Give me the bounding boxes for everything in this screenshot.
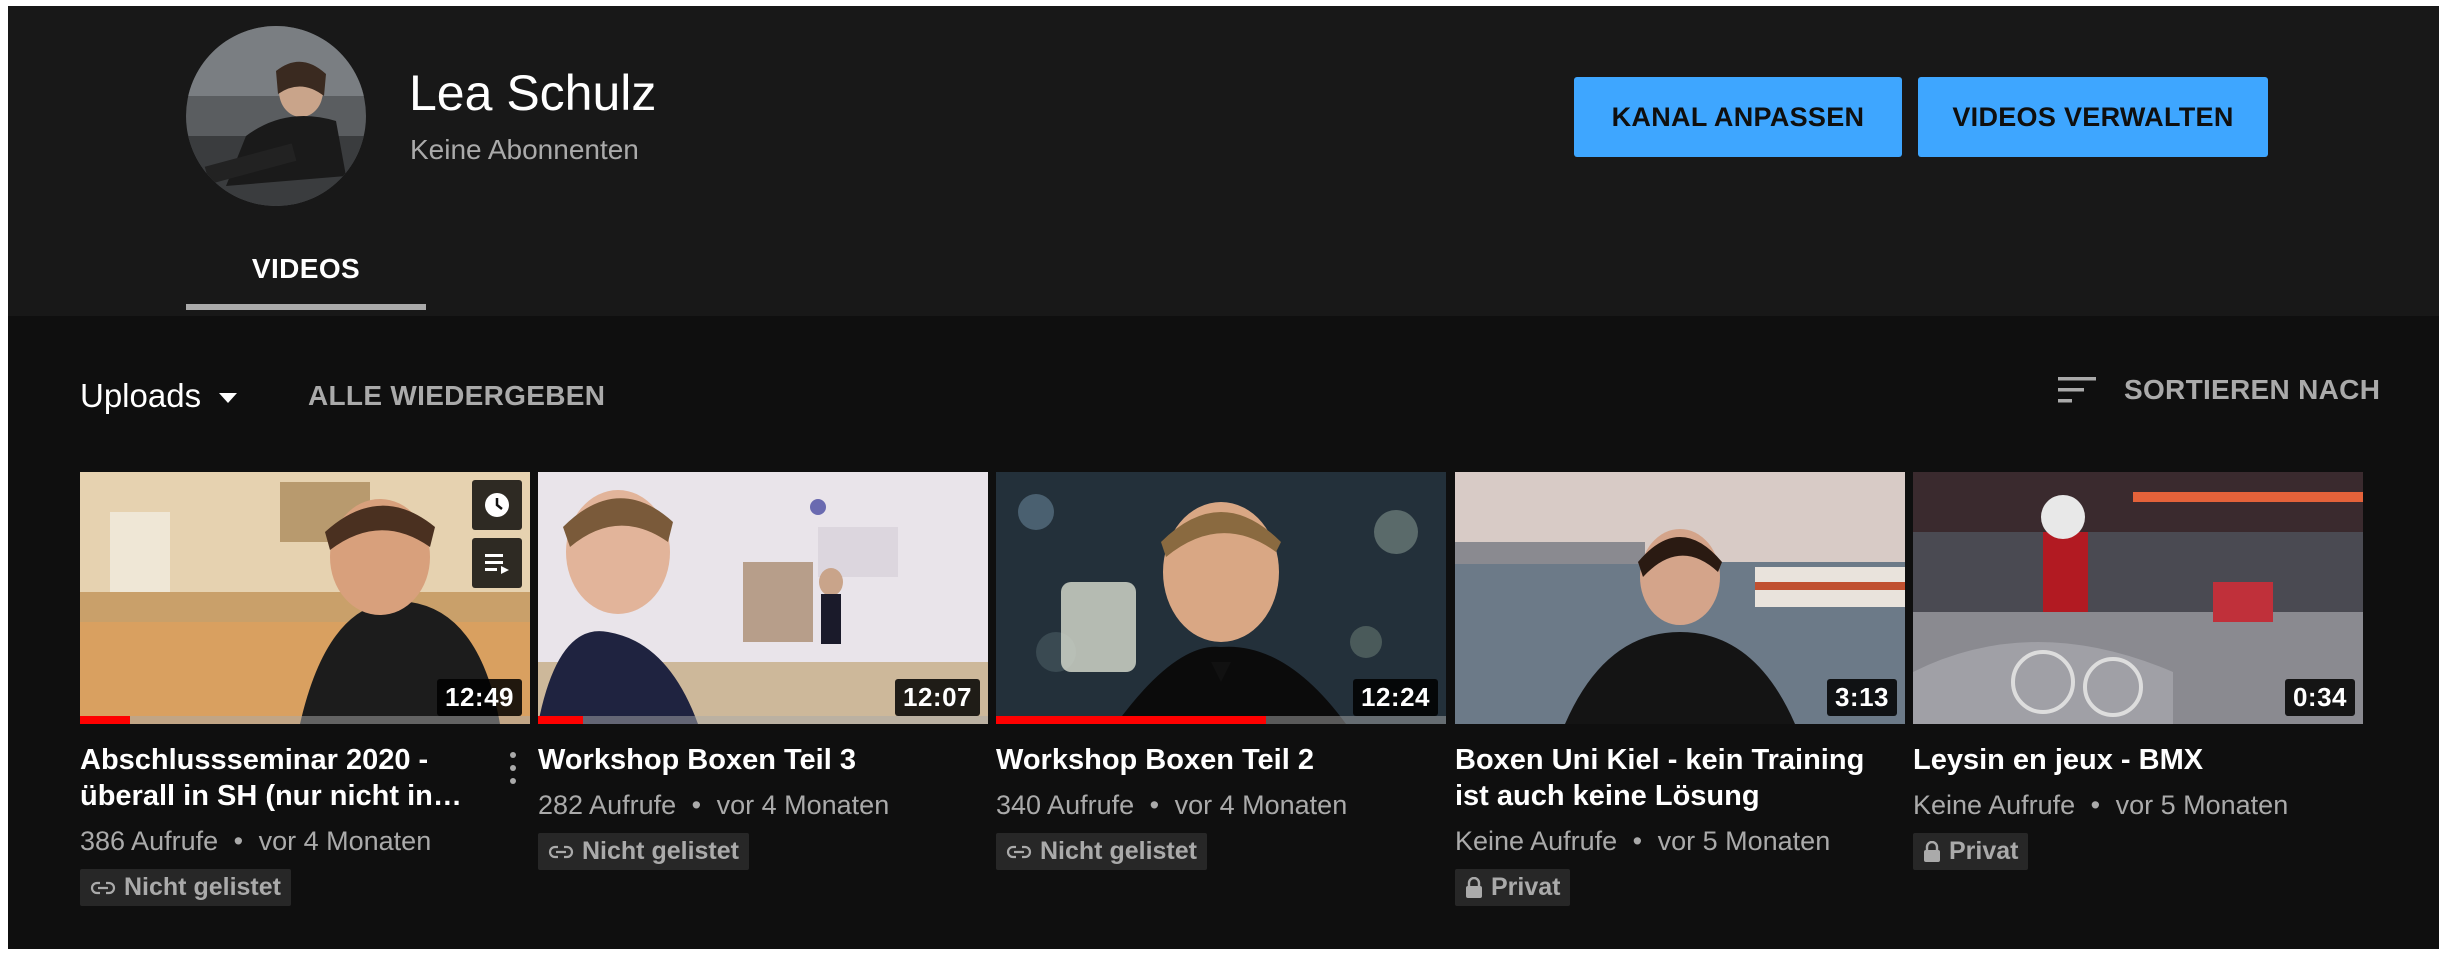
video-title[interactable]: Workshop Boxen Teil 2 — [996, 742, 1446, 778]
video-title[interactable]: Workshop Boxen Teil 3 — [538, 742, 988, 778]
view-count: 282 Aufrufe — [538, 790, 677, 820]
queue-icon — [485, 554, 509, 574]
visibility-label: Nicht gelistet — [582, 837, 739, 865]
watch-progress — [996, 716, 1446, 724]
video-title[interactable]: Leysin en jeux - BMX — [1913, 742, 2363, 778]
video-thumbnail[interactable]: 12:07 — [538, 472, 988, 724]
view-count: Keine Aufrufe — [1455, 826, 1618, 856]
channel-avatar[interactable] — [186, 26, 366, 206]
video-title[interactable]: Abschlussseminar 2020 - überall in SH (n… — [80, 742, 530, 814]
video-thumbnail[interactable]: 3:13 — [1455, 472, 1905, 724]
video-card[interactable]: 12:24 Workshop Boxen Teil 2 340 Aufrufe … — [996, 472, 1446, 870]
visibility-badge: Nicht gelistet — [996, 833, 1207, 870]
video-meta: Keine Aufrufe • vor 5 Monaten — [1913, 790, 2363, 821]
watch-later-button[interactable] — [472, 480, 522, 530]
clock-icon — [485, 493, 509, 517]
customize-channel-button[interactable]: KANAL ANPASSEN — [1574, 77, 1902, 157]
upload-age: vor 5 Monaten — [1657, 826, 1831, 856]
sort-label: SORTIEREN NACH — [2124, 374, 2381, 405]
video-thumbnail[interactable]: 12:24 — [996, 472, 1446, 724]
dot — [510, 751, 516, 758]
more-actions-button[interactable] — [498, 748, 528, 788]
video-meta: 282 Aufrufe • vor 4 Monaten — [538, 790, 988, 821]
watch-progress-fill — [80, 716, 130, 724]
visibility-badge: Privat — [1455, 869, 1571, 906]
view-count: 386 Aufrufe — [80, 826, 219, 856]
watch-progress-fill — [996, 716, 1266, 724]
visibility-label: Privat — [1491, 873, 1561, 901]
video-meta: 386 Aufrufe • vor 4 Monaten — [80, 826, 530, 857]
video-thumbnail[interactable]: 12:49 — [80, 472, 530, 724]
video-card[interactable]: 12:07 Workshop Boxen Teil 3 282 Aufrufe … — [538, 472, 988, 870]
lock-icon — [1924, 840, 1940, 862]
sort-button[interactable]: SORTIEREN NACH — [2058, 374, 2380, 406]
sort-icon — [2058, 377, 2096, 403]
watch-progress-fill — [538, 716, 583, 724]
video-duration: 12:24 — [1353, 679, 1438, 716]
visibility-badge: Privat — [1913, 833, 2029, 870]
dot — [510, 764, 516, 771]
meta-separator: • — [1632, 826, 1643, 856]
view-count: 340 Aufrufe — [996, 790, 1135, 820]
view-count: Keine Aufrufe — [1913, 790, 2076, 820]
lock-icon — [1466, 876, 1482, 898]
visibility-badge: Nicht gelistet — [80, 869, 291, 906]
video-meta: Keine Aufrufe • vor 5 Monaten — [1455, 826, 1905, 857]
visibility-badge: Nicht gelistet — [538, 833, 749, 870]
visibility-label: Nicht gelistet — [124, 873, 281, 901]
subscriber-count: Keine Abonnenten — [410, 134, 639, 165]
add-to-queue-button[interactable] — [472, 538, 522, 588]
channel-page: Lea Schulz Keine Abonnenten KANAL ANPASS… — [8, 6, 2439, 949]
watch-progress — [80, 716, 530, 724]
video-duration: 0:34 — [2284, 679, 2355, 716]
play-all-button[interactable]: ALLE WIEDERGEBEN — [308, 380, 605, 412]
video-card[interactable]: 0:34 Leysin en jeux - BMX Keine Aufrufe … — [1913, 472, 2363, 870]
visibility-label: Privat — [1949, 837, 2019, 865]
video-meta: 340 Aufrufe • vor 4 Monaten — [996, 790, 1446, 821]
upload-age: vor 4 Monaten — [716, 790, 890, 820]
uploads-label: Uploads — [80, 377, 202, 414]
meta-separator: • — [691, 790, 702, 820]
dot — [510, 778, 516, 785]
tab-videos[interactable]: VIDEOS — [186, 222, 426, 316]
link-icon — [1006, 845, 1032, 858]
link-icon — [548, 845, 574, 858]
video-title[interactable]: Boxen Uni Kiel - kein Training ist auch … — [1455, 742, 1905, 814]
video-card[interactable]: 3:13 Boxen Uni Kiel - kein Training ist … — [1455, 472, 1905, 906]
video-card[interactable]: 12:49 Abschlussseminar 2020 - überall in… — [80, 472, 530, 906]
video-duration: 3:13 — [1826, 679, 1897, 716]
meta-separator: • — [2090, 790, 2101, 820]
caret-down-icon — [219, 393, 238, 403]
upload-age: vor 4 Monaten — [258, 826, 432, 856]
video-thumbnail[interactable]: 0:34 — [1913, 472, 2363, 724]
link-icon — [90, 881, 116, 894]
upload-age: vor 5 Monaten — [2115, 790, 2289, 820]
meta-separator: • — [1149, 790, 1160, 820]
upload-age: vor 4 Monaten — [1174, 790, 1348, 820]
watch-progress — [538, 716, 988, 724]
video-duration: 12:07 — [895, 679, 980, 716]
uploads-dropdown[interactable]: Uploads — [80, 377, 238, 415]
meta-separator: • — [233, 826, 244, 856]
visibility-label: Nicht gelistet — [1040, 837, 1197, 865]
active-tab-indicator — [186, 304, 426, 310]
channel-name: Lea Schulz — [409, 65, 657, 121]
manage-videos-button[interactable]: VIDEOS VERWALTEN — [1918, 77, 2268, 157]
video-duration: 12:49 — [437, 679, 522, 716]
